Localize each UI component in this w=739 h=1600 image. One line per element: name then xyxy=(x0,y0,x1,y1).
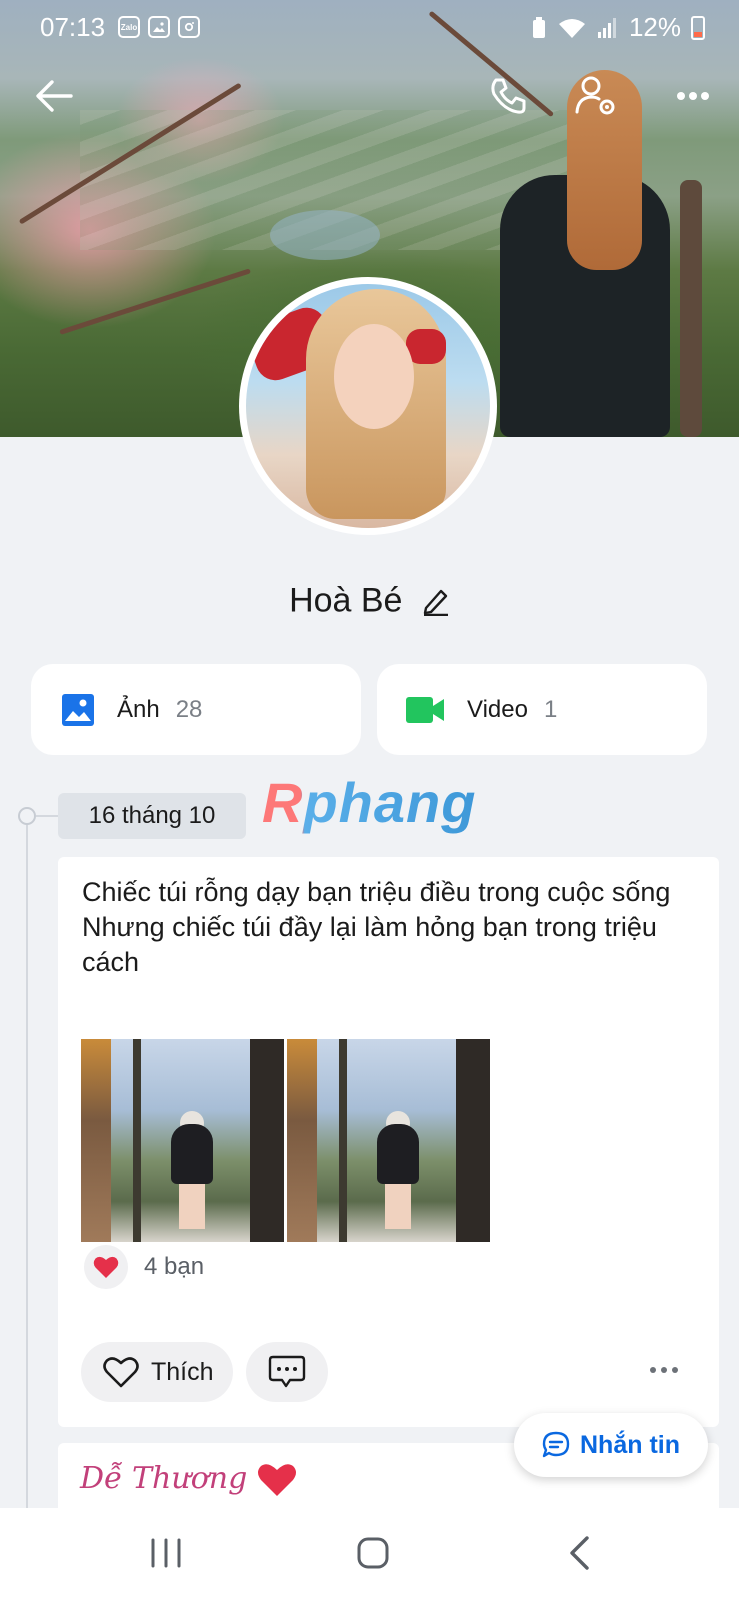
profile-name: Hoà Bé xyxy=(289,581,403,620)
battery-icon xyxy=(691,15,705,40)
avatar-image xyxy=(246,284,490,528)
photo-detail xyxy=(385,1184,411,1229)
next-post-text-content: Dễ Thương xyxy=(80,1461,248,1496)
comment-button[interactable] xyxy=(246,1342,328,1402)
cover-tree xyxy=(680,180,702,437)
zalo-icon: Zalo xyxy=(118,16,140,38)
status-bar: 07:13 Zalo 12% xyxy=(0,0,739,54)
back-button[interactable] xyxy=(30,72,78,120)
instagram-icon xyxy=(178,16,200,38)
photo-detail xyxy=(133,1039,141,1242)
post-card: Chiếc túi rỗng dạy bạn triệu điều trong … xyxy=(58,857,719,1427)
post-photo[interactable] xyxy=(81,1039,284,1242)
photos-card[interactable]: Ảnh 28 xyxy=(31,664,361,755)
timeline-dot xyxy=(18,807,36,825)
post-text-line: Chiếc túi rỗng dạy bạn triệu điều trong … xyxy=(82,877,671,907)
call-button[interactable] xyxy=(484,72,532,120)
comment-icon xyxy=(268,1355,306,1388)
next-post-text: Dễ Thương xyxy=(80,1461,297,1498)
photo-detail xyxy=(339,1039,347,1242)
videos-card[interactable]: Video 1 xyxy=(377,664,707,755)
avatar-detail xyxy=(406,329,446,364)
recent-apps-button[interactable] xyxy=(136,1528,196,1578)
phone-icon xyxy=(491,78,526,114)
battery-percent: 12% xyxy=(628,12,681,42)
more-options-button[interactable] xyxy=(669,72,717,120)
photo-detail xyxy=(250,1039,284,1242)
photos-count: 28 xyxy=(175,695,203,723)
cover-water xyxy=(270,210,380,260)
watermark-logo: Rphang xyxy=(262,771,477,834)
home-icon xyxy=(357,1537,389,1569)
post-photo[interactable] xyxy=(287,1039,490,1242)
image-icon xyxy=(62,693,94,726)
like-label: Thích xyxy=(151,1357,214,1386)
wifi-icon xyxy=(558,18,585,38)
photos-label: Ảnh xyxy=(117,695,160,723)
post-more-icon[interactable] xyxy=(650,1367,678,1373)
message-button-label: Nhắn tin xyxy=(580,1430,680,1459)
timeline-connector xyxy=(36,815,58,817)
photo-detail xyxy=(179,1184,205,1229)
photo-detail xyxy=(287,1039,317,1242)
photo-detail xyxy=(81,1039,111,1242)
profile-name-row: Hoà Bé xyxy=(0,580,739,621)
chevron-left-icon xyxy=(570,1536,589,1570)
home-button[interactable] xyxy=(343,1528,403,1578)
reaction-count: 4 bạn xyxy=(144,1253,205,1280)
photo-detail xyxy=(171,1124,213,1184)
gallery-icon xyxy=(148,16,170,38)
signal-icon xyxy=(597,17,616,38)
red-heart-emoji-icon xyxy=(257,1464,296,1496)
video-camera-icon xyxy=(406,696,444,723)
back-arrow-icon xyxy=(36,80,73,112)
post-photos xyxy=(81,1039,490,1242)
photo-detail xyxy=(377,1124,419,1184)
timeline-line xyxy=(26,808,28,1508)
system-nav-bar xyxy=(0,1508,739,1600)
heart-reaction-icon xyxy=(84,1245,128,1289)
more-icon xyxy=(677,92,709,100)
videos-label: Video xyxy=(467,695,528,723)
photo-detail xyxy=(456,1039,490,1242)
like-button[interactable]: Thích xyxy=(81,1342,233,1402)
reaction-summary[interactable]: 4 bạn xyxy=(84,1245,204,1289)
timeline-date: 16 tháng 10 xyxy=(58,793,246,839)
chat-bubble-icon xyxy=(542,1431,570,1458)
recent-apps-icon xyxy=(151,1538,181,1568)
post-text-line: Nhưng chiếc túi đầy lại làm hỏng bạn tro… xyxy=(82,912,657,977)
cover-branch xyxy=(59,268,251,335)
heart-outline-icon xyxy=(103,1357,139,1388)
message-button[interactable]: Nhắn tin xyxy=(514,1413,708,1477)
post-text[interactable]: Chiếc túi rỗng dạy bạn triệu điều trong … xyxy=(82,875,702,980)
videos-count: 1 xyxy=(543,695,558,723)
status-time: 07:13 xyxy=(40,12,106,42)
system-back-button[interactable] xyxy=(550,1528,610,1578)
avatar[interactable] xyxy=(239,277,497,535)
avatar-detail xyxy=(334,324,414,429)
user-settings-icon xyxy=(575,76,615,115)
edit-pencil-icon[interactable] xyxy=(422,586,450,617)
battery-saver-icon xyxy=(532,16,545,38)
profile-settings-button[interactable] xyxy=(572,72,620,120)
